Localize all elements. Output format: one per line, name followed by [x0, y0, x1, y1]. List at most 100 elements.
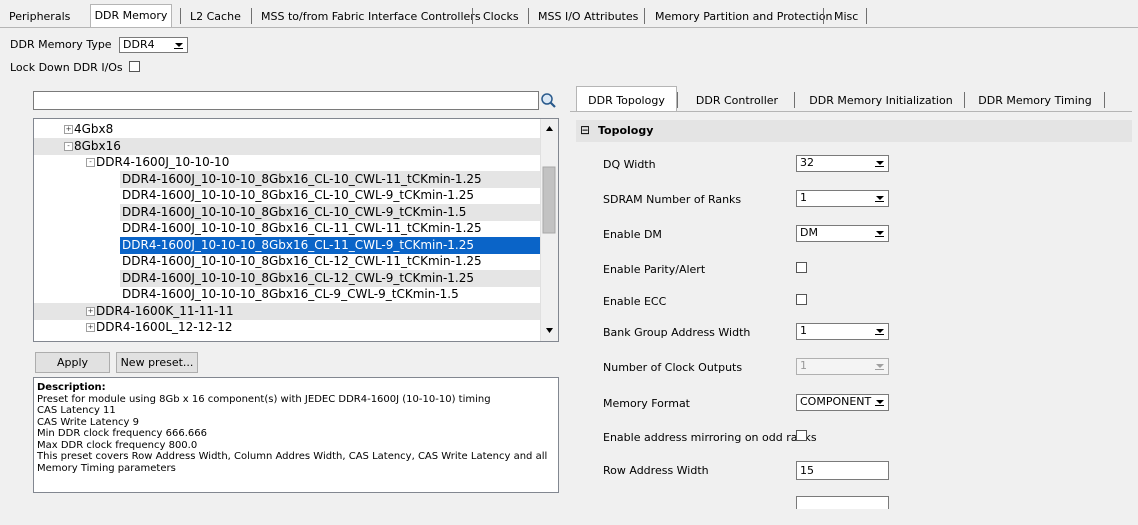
field-select[interactable]: 1 [796, 190, 889, 207]
ddr-memory-type-select[interactable]: DDR4 [119, 37, 188, 53]
field-label: Enable ECC [603, 295, 667, 308]
scroll-up-icon [546, 126, 553, 131]
field-select[interactable]: COMPONENT [796, 394, 889, 411]
scroll-down-icon [546, 328, 553, 333]
field-value: 15 [800, 464, 814, 477]
description-line: Preset for module using 8Gb x 16 compone… [37, 393, 491, 405]
tab-separator [964, 92, 965, 108]
lock-down-label: Lock Down DDR I/Os [10, 61, 123, 74]
field-checkbox[interactable] [796, 430, 807, 441]
tab-memory-partition[interactable]: Memory Partition and Protection [655, 8, 832, 26]
description-box: Description: Preset for module using 8Gb… [33, 377, 559, 493]
field-label: Number of Clock Outputs [603, 361, 743, 374]
field-value: 32 [800, 156, 814, 169]
tab-clocks[interactable]: Clocks [483, 8, 519, 26]
tab-separator [866, 8, 867, 24]
preset-tree-leaf[interactable]: DDR4-1600J_10-10-10_8Gbx16_CL-11_CWL-9_t… [120, 236, 540, 254]
field-select[interactable]: 32 [796, 155, 889, 172]
section-title: Topology [598, 124, 654, 137]
new-preset-button[interactable]: New preset... [116, 352, 198, 373]
description-heading: Description: [37, 382, 106, 393]
tab-mss-fabric[interactable]: MSS to/from Fabric Interface Controllers [261, 8, 481, 26]
chevron-down-icon [872, 194, 886, 203]
tree-item-label: DDR4-1600J_10-10-10 [96, 155, 230, 169]
preset-tree[interactable]: +4Gbx8-8Gbx16- DDR4-1600J_10-10-10 DDR4-16… [33, 118, 559, 342]
field-value: COMPONENT [800, 395, 872, 408]
tab-l2-cache[interactable]: L2 Cache [190, 8, 241, 26]
chevron-down-icon [872, 362, 886, 371]
tree-item-label: DDR4-1600K_11-11-11 [96, 303, 234, 318]
tree-scrollbar[interactable] [540, 119, 558, 341]
tree-item-label: DDR4-1600J_10-10-10_8Gbx16_CL-10_CWL-9_t… [122, 188, 475, 202]
preset-tree-leaf[interactable]: DDR4-1600J_10-10-10_8Gbx16_CL-12_CWL-9_t… [120, 269, 540, 287]
tab-separator [472, 8, 473, 24]
tab-ddr-memory-timing[interactable]: DDR Memory Timing [970, 89, 1100, 111]
tree-item-label: DDR4-1600J_10-10-10_8Gbx16_CL-12_CWL-9_t… [122, 270, 475, 285]
description-line: Min DDR clock frequency 666.666 [37, 428, 207, 439]
preset-tree-leaf[interactable]: DDR4-1600J_10-10-10_8Gbx16_CL-10_CWL-9_t… [120, 187, 540, 204]
tab-separator [677, 92, 678, 108]
tree-item-label: DDR4-1600J_10-10-10_8Gbx16_CL-9_CWL-9_tC… [122, 287, 459, 301]
field-value: 1 [800, 324, 807, 337]
tab-ddr-topology[interactable]: DDR Topology [576, 89, 677, 111]
chevron-down-icon [872, 229, 886, 238]
description-line: CAS Latency 11 [37, 405, 116, 416]
preset-tree-leaf[interactable]: DDR4-1600J_10-10-10_8Gbx16_CL-9_CWL-9_tC… [120, 286, 540, 303]
description-lines: Preset for module using 8Gb x 16 compone… [37, 394, 555, 475]
field-label: SDRAM Number of Ranks [603, 193, 742, 206]
field-checkbox[interactable] [796, 294, 807, 305]
tab-strip-border [0, 27, 1138, 28]
preset-tree-node[interactable]: -8Gbx16 [34, 137, 541, 155]
preset-tree-node[interactable]: +4Gbx8 [34, 121, 541, 138]
apply-button[interactable]: Apply [35, 352, 110, 373]
tab-peripherals[interactable]: Peripherals [9, 8, 70, 26]
tab-ddr-controller[interactable]: DDR Controller [683, 89, 791, 111]
chevron-down-icon [872, 159, 886, 168]
field-checkbox[interactable] [796, 262, 807, 273]
expand-icon[interactable]: + [64, 125, 73, 134]
tree-item-label: DDR4-1600L_12-12-12 [96, 320, 233, 334]
field-value: 1 [800, 191, 807, 204]
lock-down-checkbox[interactable] [129, 61, 140, 72]
preset-tree-node[interactable]: + DDR4-1600L_12-12-12 [34, 319, 541, 336]
preset-tree-node[interactable]: - DDR4-1600J_10-10-10 [34, 154, 541, 171]
scrollbar-graphics [542, 126, 556, 333]
field-text-input[interactable]: 15 [796, 461, 889, 480]
field-label: Memory Format [603, 397, 690, 410]
tab-ddr-memory-initialization[interactable]: DDR Memory Initialization [800, 89, 962, 111]
field-label: DQ Width [603, 158, 656, 171]
preset-tree-leaf[interactable]: DDR4-1600J_10-10-10_8Gbx16_CL-11_CWL-11_… [120, 220, 540, 237]
tab-misc[interactable]: Misc [834, 8, 858, 26]
search-button[interactable] [539, 91, 558, 110]
tree-item-label: 8Gbx16 [74, 138, 121, 153]
tab-ddr-memory[interactable]: DDR Memory [90, 4, 172, 28]
field-select[interactable]: 1 [796, 323, 889, 340]
expand-icon[interactable]: + [86, 306, 95, 316]
description-line: Max DDR clock frequency 800.0 [37, 439, 198, 451]
field-label: Bank Group Address Width [603, 326, 751, 339]
field-select[interactable]: DM [796, 225, 889, 242]
field-label: Enable address mirroring on odd ranks [603, 431, 817, 444]
collapse-icon[interactable]: - [64, 141, 73, 151]
search-icon [541, 93, 556, 108]
window-bottom [0, 509, 1138, 525]
tree-item-label: DDR4-1600J_10-10-10_8Gbx16_CL-10_CWL-9_t… [122, 204, 467, 219]
expand-icon[interactable]: + [86, 323, 95, 332]
tab-mss-io-attributes[interactable]: MSS I/O Attributes [538, 8, 638, 26]
ddr-memory-type-value: DDR4 [123, 38, 155, 51]
topology-section-header[interactable]: ⊟ Topology [576, 120, 1132, 142]
tab-separator [180, 8, 181, 24]
field-value: 1 [800, 359, 807, 372]
collapse-icon[interactable]: - [86, 158, 95, 167]
field-label: Enable Parity/Alert [603, 263, 706, 276]
preset-tree-leaf[interactable]: DDR4-1600J_10-10-10_8Gbx16_CL-12_CWL-11_… [120, 253, 540, 270]
clipped-field [796, 496, 889, 509]
preset-search-input[interactable] [33, 91, 539, 110]
tab-separator [794, 92, 795, 108]
chevron-down-icon [872, 327, 886, 336]
preset-tree-node[interactable]: + DDR4-1600K_11-11-11 [34, 302, 541, 320]
chevron-down-icon [872, 398, 886, 407]
preset-tree-leaf[interactable]: DDR4-1600J_10-10-10_8Gbx16_CL-10_CWL-9_t… [120, 203, 540, 221]
preset-tree-leaf[interactable]: DDR4-1600J_10-10-10_8Gbx16_CL-10_CWL-11_… [120, 170, 540, 188]
field-select: 1 [796, 358, 889, 375]
